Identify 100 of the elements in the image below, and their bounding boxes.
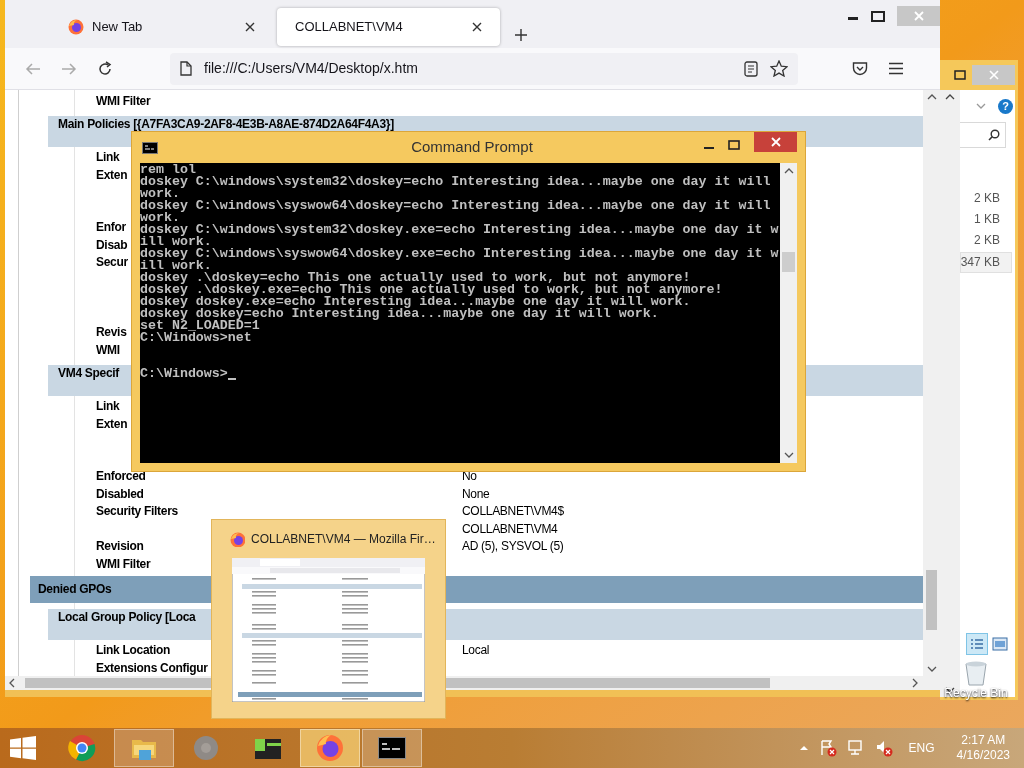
section-title: Local Group Policy [Loca [58, 610, 196, 623]
field-label: WMI Filter [96, 555, 151, 573]
close-button[interactable] [754, 132, 797, 152]
field-label: WMI Filter [96, 92, 151, 110]
console-line: ill work. [140, 260, 212, 272]
console-line: doskey .\doskey=echo This one actually used to work, but not anymore! [140, 272, 691, 284]
section-title: Main Policies [{A7FA3CA9-2AF8-4E3B-A8AE-874D2A64F4A3}] [58, 117, 394, 130]
field-label: Disabled [96, 485, 144, 503]
field-value: Local [462, 642, 490, 660]
search-icon [988, 129, 1000, 141]
file-size: 2 KB [974, 232, 1000, 249]
console-line: ill work. [140, 236, 212, 248]
circle-icon [192, 734, 220, 762]
scroll-up-icon [944, 94, 955, 100]
show-hidden-icons-icon[interactable] [798, 745, 809, 751]
console-line: doskey C:\windows\system32\doskey.exe=echo Interesting idea...maybe one day it w [140, 224, 779, 236]
chevron-down-icon [976, 103, 986, 109]
speaker-muted-icon[interactable] [874, 739, 893, 757]
field-value: None [462, 485, 490, 503]
help-button[interactable]: ? [998, 98, 1013, 114]
console-line: doskey C:\windows\system32\doskey=echo Interesting idea...maybe one day it will [140, 176, 771, 188]
url-text: file:///C:/Users/VM4/Desktop/x.htm [204, 59, 419, 78]
console-line: doskey doskey=echo Interesting idea...maybe one day it will work. [140, 308, 659, 320]
console-prompt: C:\Windows> [140, 368, 228, 380]
tab-title: New Tab [92, 18, 144, 37]
file-size: 2 KB [974, 190, 1000, 207]
network-icon[interactable] [846, 739, 865, 757]
field-label: Enfor [96, 219, 126, 237]
browser-tab[interactable]: COLLABNET\VM4 [277, 8, 500, 46]
scroll-thumb[interactable] [926, 570, 937, 630]
console-line: doskey C:\windows\syswow64\doskey=echo Interesting idea...maybe one day it will [140, 200, 771, 212]
pocket-icon[interactable] [852, 61, 868, 76]
taskbar-button[interactable] [362, 729, 422, 767]
console-line: doskey C:\windows\syswow64\doskey.exe=echo Interesting idea...maybe one day it w [140, 248, 779, 260]
scroll-up-icon [926, 94, 937, 100]
field-label: WMI [96, 341, 120, 359]
scroll-down-icon [783, 452, 794, 458]
maximize-icon[interactable] [954, 70, 966, 80]
large-icons-view-icon[interactable] [991, 637, 1008, 651]
back-icon[interactable] [25, 61, 41, 76]
windows-logo-icon [10, 736, 36, 760]
file-size: 1 KB [974, 211, 1000, 228]
vertical-scrollbar[interactable] [780, 163, 797, 463]
field-label: Exten [96, 166, 128, 184]
console-line: set N2_LOADED=1 [140, 320, 260, 332]
scroll-down-icon [926, 666, 937, 672]
preview-title: COLLABNET\VM4 — Mozilla Fir… [251, 531, 436, 548]
recycle-bin-icon[interactable] [962, 660, 990, 686]
forward-icon[interactable] [61, 61, 77, 76]
close-icon[interactable] [245, 22, 255, 32]
field-value: COLLABNET\VM4$ [462, 503, 564, 521]
console-line: doskey doskey.exe=echo Interesting idea...maybe one day it will work. [140, 296, 691, 308]
list-icon [970, 639, 983, 649]
window-title: Command Prompt [410, 137, 534, 158]
chrome-icon [68, 734, 96, 762]
field-label: Revis [96, 324, 127, 342]
flag-icon[interactable] [818, 739, 837, 757]
reload-icon[interactable] [97, 60, 113, 77]
reader-view-icon[interactable] [744, 60, 758, 77]
field-label: Link Location [96, 642, 171, 660]
field-label: Link [96, 149, 120, 167]
maximize-icon[interactable] [871, 10, 885, 22]
field-label: Revision [96, 538, 144, 556]
field-label: Link [96, 398, 120, 416]
console-line: work. [140, 188, 180, 200]
recycle-bin-label[interactable]: Recycle Bin [944, 686, 1008, 700]
maximize-icon[interactable] [728, 139, 740, 150]
console-icon [142, 141, 158, 154]
firefox-icon [68, 19, 84, 35]
field-label: Secur [96, 254, 128, 272]
firefox-icon [316, 734, 344, 762]
details-view-button[interactable] [965, 633, 988, 655]
console-line: C:\Windows>net [140, 332, 252, 344]
field-label: Extensions Configur [96, 659, 208, 676]
new-tab-icon[interactable] [514, 28, 528, 42]
scroll-up-icon [783, 168, 794, 174]
scroll-thumb[interactable] [782, 252, 795, 272]
browser-tab[interactable]: New Tab [50, 8, 273, 46]
field-label: Security Filters [96, 503, 178, 521]
text-cursor [227, 378, 236, 380]
field-label: Exten [96, 415, 128, 433]
field-label: Enforced [96, 468, 146, 486]
field-value: COLLABNET\VM4 [462, 520, 558, 538]
menu-icon[interactable] [888, 62, 904, 75]
field-label: Disab [96, 236, 128, 254]
close-icon[interactable] [472, 22, 482, 32]
page-icon [180, 61, 192, 76]
section-title: VM4 Specif [58, 366, 120, 379]
search-field[interactable] [959, 122, 1006, 148]
tab-title: COLLABNET\VM4 [295, 18, 404, 37]
close-icon [770, 137, 781, 147]
console-line: rem lol [140, 164, 196, 176]
close-icon [988, 70, 999, 80]
address-bar[interactable]: file:///C:/Users/VM4/Desktop/x.htm [170, 52, 798, 85]
file-size: 347 KB [959, 252, 1012, 273]
console-line: work. [140, 212, 180, 224]
window-preview-tooltip[interactable]: COLLABNET\VM4 — Mozilla Fir… [211, 519, 446, 719]
field-value: AD (5), SYSVOL (5) [462, 538, 564, 556]
firefox-icon [230, 531, 245, 547]
bookmark-star-icon[interactable] [770, 60, 788, 77]
